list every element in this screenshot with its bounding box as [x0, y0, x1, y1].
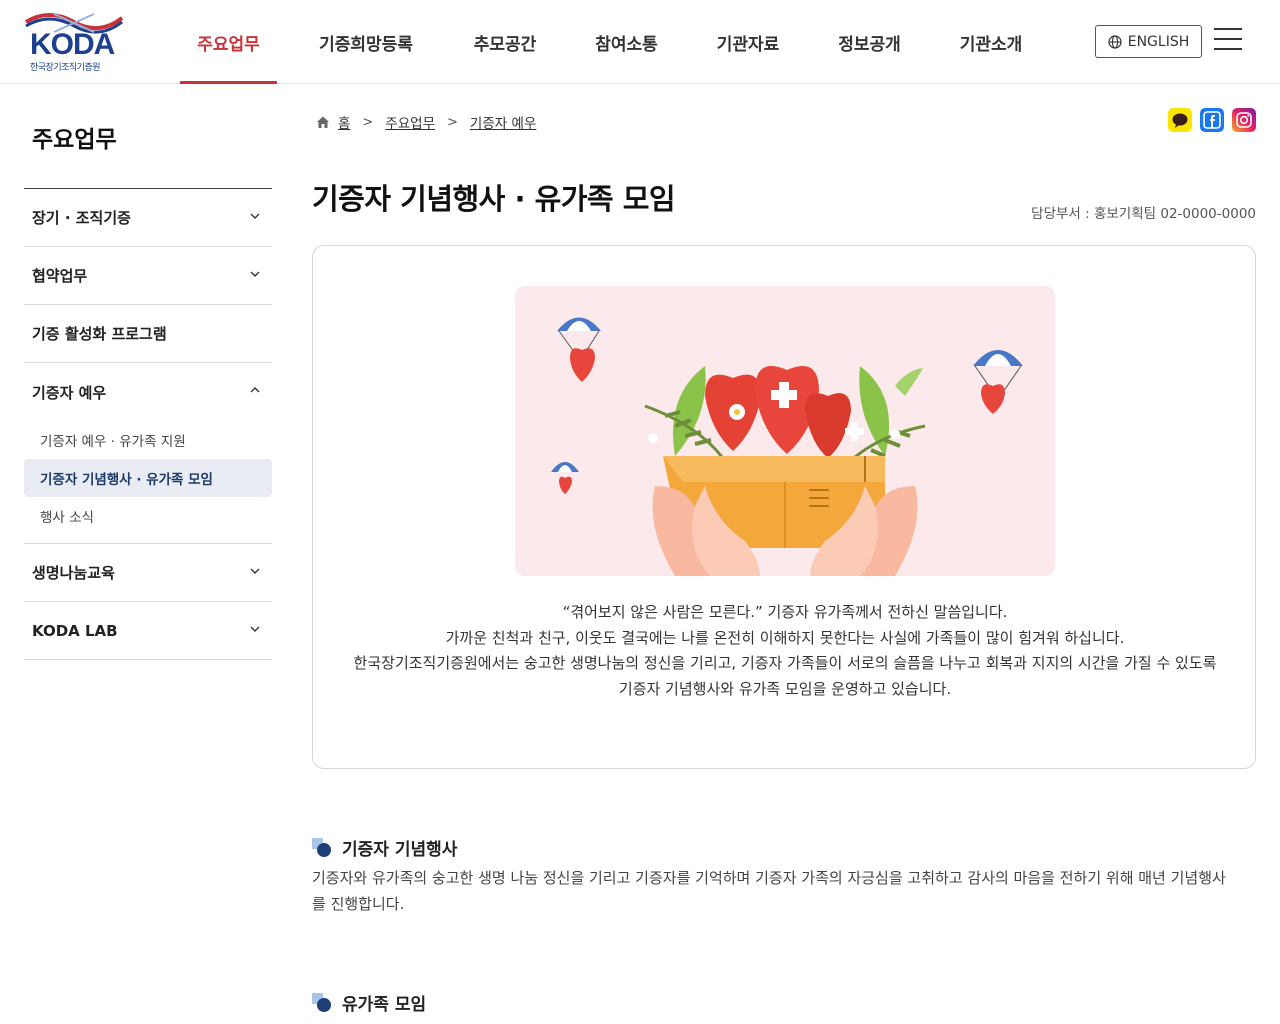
- sidebar-item-koda-lab[interactable]: KODA LAB: [24, 602, 272, 660]
- home-icon: [317, 116, 329, 128]
- sidebar-item-program[interactable]: 기증 활성화 프로그램: [24, 305, 272, 363]
- sns-share: [1168, 108, 1256, 132]
- nav-item-about[interactable]: 기관소개: [941, 0, 1041, 84]
- sidebar-item-label: 기증자 예우: [32, 383, 107, 402]
- globe-icon: [1108, 34, 1122, 49]
- breadcrumb-home[interactable]: 홈: [338, 112, 350, 132]
- sidebar-item-label: 기증 활성화 프로그램: [32, 325, 167, 343]
- breadcrumb-donor-honor[interactable]: 기증자 예우: [470, 112, 536, 132]
- sidebar-item-education[interactable]: 생명나눔교육: [24, 544, 272, 602]
- sidebar-subitem-family-support[interactable]: 기증자 예우 · 유가족 지원: [24, 421, 272, 459]
- sidebar-title: 주요업무: [32, 127, 117, 153]
- instagram-icon[interactable]: [1232, 108, 1256, 132]
- sidebar-item-label: KODA LAB: [32, 621, 118, 640]
- site-header: KODA 한국장기조직기증원 주요업무 기증희망등록 추모공간 참여소통 기관자…: [0, 0, 1280, 84]
- department-info: 담당부서 : 홍보기획팀 02-0000-0000: [1031, 206, 1256, 222]
- section-title-memorial: 기증자 기념행사: [312, 835, 457, 860]
- section-description: 기증자와 유가족의 숭고한 생명 나눔 정신을 기리고 기증자를 기억하며 기증…: [312, 869, 1226, 913]
- intro-line: 한국장기조직기증원에서는 숭고한 생명나눔의 정신을 기리고, 기증자 가족들이…: [353, 654, 1217, 672]
- sidebar-item-label: 장기 · 조직기증: [32, 209, 131, 227]
- nav-item-communication[interactable]: 참여소통: [555, 0, 698, 84]
- chevron-down-icon: [250, 568, 260, 574]
- sidebar-item-donor-honor[interactable]: 기증자 예우: [24, 363, 272, 421]
- section-title-text: 유가족 모임: [342, 995, 427, 1015]
- chevron-up-icon: [250, 387, 260, 393]
- section-title-family-meeting: 유가족 모임: [312, 990, 426, 1015]
- section-bullet-icon: [312, 992, 331, 1012]
- section-title-text: 기증자 기념행사: [342, 840, 458, 860]
- logo-text: KODA: [30, 28, 115, 61]
- sidebar-item-agreement[interactable]: 협약업무: [24, 247, 272, 305]
- english-label: ENGLISH: [1127, 33, 1190, 50]
- parachute-heart-icon: [973, 350, 1023, 414]
- intro-line: 기증자 기념행사와 유가족 모임을 운영하고 있습니다.: [618, 679, 952, 698]
- intro-text: “겪어보지 않은 사람은 모른다.” 기증자 유가족께서 전하신 말씀입니다. …: [343, 600, 1227, 702]
- section-bullet-icon: [312, 837, 331, 857]
- hamburger-menu-icon[interactable]: [1214, 28, 1242, 54]
- sidebar-subitem-memorial-event[interactable]: 기증자 기념행사 · 유가족 모임: [24, 459, 272, 497]
- chevron-down-icon: [250, 271, 260, 277]
- nav-item-disclosure[interactable]: 정보공개: [798, 0, 941, 84]
- breadcrumb: 홈 > 주요업무 > 기증자 예우: [316, 112, 536, 132]
- sidebar-item-label: 협약업무: [32, 267, 88, 285]
- sidebar-item-organ-donation[interactable]: 장기 · 조직기증: [24, 189, 272, 247]
- intro-line: “겪어보지 않은 사람은 모른다.” 기증자 유가족께서 전하신 말씀입니다.: [562, 603, 1008, 621]
- parachute-heart-icon: [551, 462, 579, 494]
- parachute-heart-icon: [557, 317, 601, 382]
- sidebar: 주요업무 장기 · 조직기증 협약업무 기증 활성화 프로그램 기증자 예우 기…: [24, 84, 272, 660]
- donation-illustration: [515, 286, 1055, 576]
- nav-item-memorial[interactable]: 추모공간: [455, 0, 555, 84]
- main-nav: 주요업무 기증희망등록 추모공간 참여소통 기관자료 정보공개 기관소개: [180, 0, 1041, 84]
- sidebar-subitem-event-news[interactable]: 행사 소식: [24, 497, 272, 535]
- nav-item-resources[interactable]: 기관자료: [698, 0, 798, 84]
- intro-line: 가까운 친척과 친구, 이웃도 결국에는 나를 온전히 이해하지 못한다는 사실…: [445, 628, 1125, 647]
- kakao-icon[interactable]: [1168, 108, 1192, 132]
- chevron-right-icon: >: [362, 114, 374, 130]
- koda-logo[interactable]: KODA 한국장기조직기증원: [24, 10, 124, 74]
- sidebar-item-label: 생명나눔교육: [32, 564, 115, 582]
- nav-item-main-work[interactable]: 주요업무: [180, 0, 277, 84]
- breadcrumb-main-work[interactable]: 주요업무: [385, 112, 435, 132]
- logo-subtitle: 한국장기조직기증원: [30, 63, 101, 73]
- intro-box: “겪어보지 않은 사람은 모른다.” 기증자 유가족께서 전하신 말씀입니다. …: [312, 245, 1256, 769]
- page-title: 기증자 기념행사 · 유가족 모임: [312, 182, 676, 216]
- chevron-right-icon: >: [447, 114, 458, 130]
- english-button[interactable]: ENGLISH: [1095, 25, 1202, 58]
- sidebar-group-donor-honor: 기증자 예우 기증자 예우 · 유가족 지원 기증자 기념행사 · 유가족 모임…: [24, 363, 272, 544]
- chevron-down-icon: [250, 213, 260, 219]
- facebook-icon[interactable]: [1200, 108, 1224, 132]
- sidebar-menu: 장기 · 조직기증 협약업무 기증 활성화 프로그램 기증자 예우 기증자 예우…: [24, 188, 272, 660]
- chevron-down-icon: [250, 626, 260, 632]
- nav-item-donation-registration[interactable]: 기증희망등록: [277, 0, 455, 84]
